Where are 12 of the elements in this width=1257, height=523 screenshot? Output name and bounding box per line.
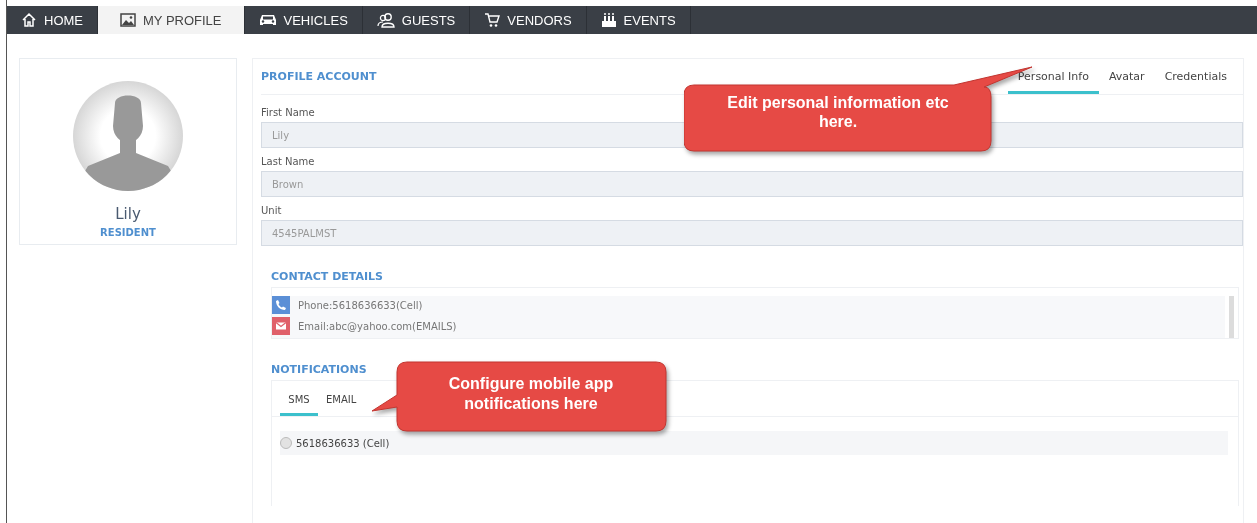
contact-text: Email:abc@yahoo.com(EMAILS) bbox=[298, 320, 457, 332]
field-label: Last Name bbox=[261, 156, 316, 167]
field-label: Unit bbox=[261, 205, 283, 216]
section-title: PROFILE ACCOUNT bbox=[261, 70, 377, 83]
option-label: 5618636633 (Cell) bbox=[296, 437, 390, 449]
contact-text: Phone:5618636633(Cell) bbox=[298, 299, 423, 311]
section-title: CONTACT DETAILS bbox=[271, 270, 385, 283]
profile-name: Lily bbox=[115, 205, 141, 223]
profile-role: RESIDENT bbox=[100, 227, 156, 238]
section-title: NOTIFICATIONS bbox=[271, 363, 368, 376]
field-label: First Name bbox=[261, 107, 316, 118]
callout-tooltip: Configure mobile app notifications here bbox=[371, 361, 667, 433]
